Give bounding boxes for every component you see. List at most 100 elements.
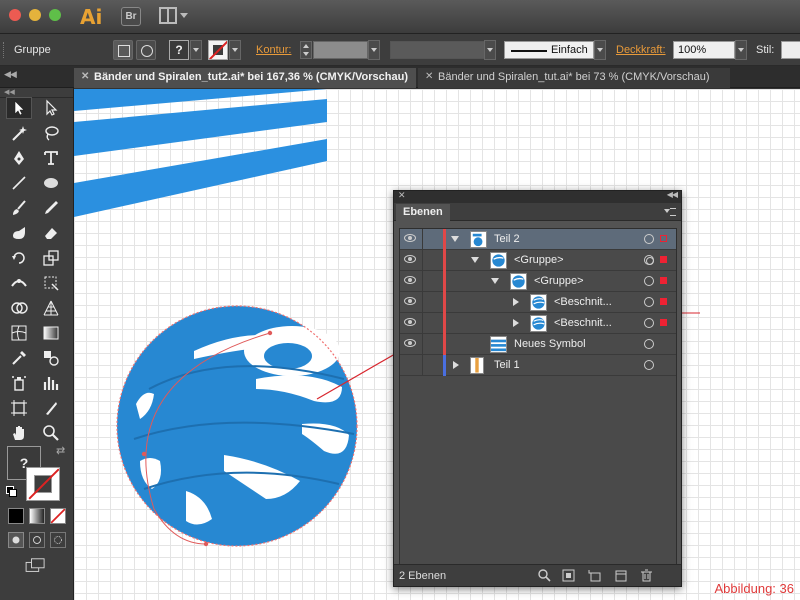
draw-normal-icon[interactable] — [8, 532, 24, 548]
swap-fill-stroke-icon[interactable]: ⇄ — [56, 444, 65, 457]
hand-tool-icon[interactable] — [6, 422, 32, 444]
target-icon[interactable] — [136, 40, 156, 60]
visibility-eye-icon[interactable] — [404, 339, 416, 347]
target-circle-icon[interactable] — [644, 339, 654, 349]
locate-object-icon[interactable] — [538, 569, 551, 582]
opacity-label[interactable]: Deckkraft: — [616, 44, 666, 56]
brush-dropdown[interactable] — [594, 40, 606, 60]
layer-row-beschnitt-2[interactable]: <Beschnit... — [400, 313, 676, 334]
delete-layer-icon[interactable] — [640, 569, 653, 582]
layer-row-teil-1[interactable]: Teil 1 — [400, 355, 676, 376]
expand-toggle-icon[interactable] — [491, 278, 499, 284]
ellipse-tool-icon[interactable] — [38, 172, 64, 194]
arrange-documents-button[interactable] — [159, 7, 189, 26]
target-circle-icon[interactable] — [644, 276, 654, 286]
slice-tool-icon[interactable] — [38, 397, 64, 419]
close-panel-icon[interactable]: ✕ — [398, 190, 406, 201]
expand-toggle-icon[interactable] — [471, 257, 479, 263]
gradient-mode-icon[interactable] — [29, 508, 45, 524]
selection-indicator-icon[interactable] — [660, 319, 667, 326]
opacity-dropdown[interactable] — [735, 40, 747, 60]
layer-row-neues-symbol[interactable]: Neues Symbol — [400, 334, 676, 355]
gradient-tool-icon[interactable] — [38, 322, 64, 344]
expand-toggle-icon[interactable] — [513, 319, 519, 327]
isolate-group-icon[interactable] — [113, 40, 133, 60]
scale-tool-icon[interactable] — [38, 247, 64, 269]
document-tab-1[interactable]: ✕ Bänder und Spiralen_tut2.ai* bei 167,3… — [74, 68, 416, 88]
stroke-label[interactable]: Kontur: — [256, 44, 291, 56]
layer-row-teil-2[interactable]: Teil 2 — [400, 229, 676, 250]
width-tool-icon[interactable] — [6, 272, 32, 294]
panel-header[interactable]: ✕ ◀◀ — [394, 190, 681, 203]
mesh-tool-icon[interactable] — [6, 322, 32, 344]
stroke-weight-dropdown[interactable] — [368, 40, 380, 60]
paintbrush-tool-icon[interactable] — [6, 197, 32, 219]
stroke-swatch[interactable] — [26, 467, 60, 501]
expand-toggle-icon[interactable] — [513, 298, 519, 306]
close-tab-icon[interactable]: ✕ — [425, 71, 433, 82]
layer-row-gruppe[interactable]: <Gruppe> — [400, 250, 676, 271]
target-circle-icon[interactable] — [644, 297, 654, 307]
lasso-tool-icon[interactable] — [38, 122, 64, 144]
visibility-eye-icon[interactable] — [404, 276, 416, 284]
free-transform-tool-icon[interactable] — [38, 272, 64, 294]
stroke-dropdown[interactable] — [229, 40, 241, 60]
draw-inside-icon[interactable] — [50, 532, 66, 548]
fill-color-swatch[interactable]: ? — [169, 40, 189, 60]
layer-row-gruppe-nested[interactable]: <Gruppe> — [400, 271, 676, 292]
none-mode-icon[interactable] — [50, 508, 66, 524]
color-mode-icon[interactable] — [8, 508, 24, 524]
bridge-button[interactable]: Br — [121, 7, 141, 26]
target-circle-icon[interactable] — [644, 234, 654, 244]
blob-brush-tool-icon[interactable] — [6, 222, 32, 244]
close-tab-icon[interactable]: ✕ — [81, 71, 89, 82]
selection-indicator-icon[interactable] — [660, 277, 667, 284]
artboard-tool-icon[interactable] — [6, 397, 32, 419]
target-circle-icon[interactable] — [644, 318, 654, 328]
pen-tool-icon[interactable] — [6, 147, 32, 169]
visibility-eye-icon[interactable] — [404, 255, 416, 263]
zoom-tool-icon[interactable] — [38, 422, 64, 444]
create-sublayer-icon[interactable] — [588, 569, 601, 582]
opacity-input[interactable]: 100% — [673, 41, 735, 59]
eraser-tool-icon[interactable] — [38, 222, 64, 244]
expand-toggle-icon[interactable] — [451, 236, 459, 242]
stroke-color-swatch[interactable] — [208, 40, 228, 60]
stroke-weight-field[interactable] — [313, 41, 368, 59]
default-fill-stroke-icon[interactable] — [6, 486, 17, 497]
magic-wand-tool-icon[interactable] — [6, 122, 32, 144]
draw-behind-icon[interactable] — [29, 532, 45, 548]
perspective-grid-tool-icon[interactable] — [38, 297, 64, 319]
screen-mode-icon[interactable] — [23, 556, 49, 576]
selection-indicator-icon[interactable] — [660, 256, 667, 263]
zoom-window-button[interactable] — [49, 9, 61, 21]
selection-indicator-icon[interactable] — [660, 235, 667, 242]
selection-indicator-icon[interactable] — [660, 298, 667, 305]
tab-layers[interactable]: Ebenen — [396, 204, 450, 221]
target-circle-icon[interactable] — [644, 255, 654, 265]
column-graph-tool-icon[interactable] — [38, 372, 64, 394]
collapse-panel-icon[interactable]: ◀◀ — [667, 190, 678, 199]
line-segment-tool-icon[interactable] — [6, 172, 32, 194]
visibility-eye-icon[interactable] — [404, 297, 416, 305]
close-window-button[interactable] — [9, 9, 21, 21]
control-bar-grip[interactable] — [3, 42, 6, 58]
direct-selection-tool-icon[interactable] — [38, 97, 64, 119]
variable-width-profile[interactable] — [390, 41, 485, 59]
collapse-panels-icon[interactable]: ◀◀ — [4, 69, 17, 80]
symbol-sprayer-tool-icon[interactable] — [6, 372, 32, 394]
rotate-tool-icon[interactable] — [6, 247, 32, 269]
fill-dropdown[interactable] — [190, 40, 202, 60]
shape-builder-tool-icon[interactable] — [6, 297, 32, 319]
stroke-weight-stepper[interactable] — [300, 41, 312, 59]
panel-menu-icon[interactable] — [664, 207, 676, 216]
profile-dropdown[interactable] — [484, 40, 496, 60]
minimize-window-button[interactable] — [29, 9, 41, 21]
expand-toggle-icon[interactable] — [453, 361, 459, 369]
make-clipping-mask-icon[interactable] — [562, 569, 575, 582]
blend-tool-icon[interactable] — [38, 347, 64, 369]
document-tab-2[interactable]: ✕ Bänder und Spiralen_tut.ai* bei 73 % (… — [418, 68, 730, 88]
create-new-layer-icon[interactable] — [614, 569, 627, 582]
visibility-eye-icon[interactable] — [404, 234, 416, 242]
target-circle-icon[interactable] — [644, 360, 654, 370]
